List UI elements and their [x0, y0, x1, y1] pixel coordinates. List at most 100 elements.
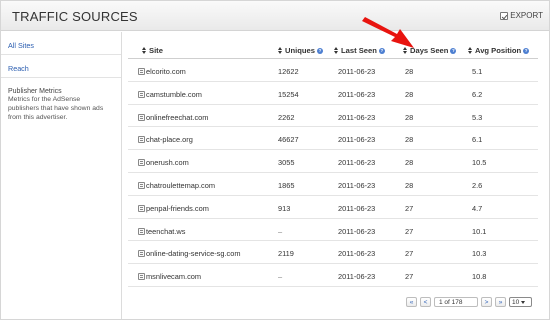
table-row: online-dating-service-sg.com 2119 2011-0…	[128, 241, 538, 265]
site-cell[interactable]: onerush.com	[138, 158, 189, 167]
column-header-days-seen[interactable]: Days Seen ?	[403, 46, 457, 55]
avg-position-cell: 6.2	[472, 89, 483, 99]
sort-icon	[468, 46, 473, 55]
site-name: chat-place.org	[146, 135, 193, 145]
last-seen-cell: 2011-06-23	[338, 112, 376, 122]
help-icon[interactable]: ?	[378, 47, 385, 54]
page-indicator[interactable]: 1 of 178	[434, 297, 478, 307]
last-seen-cell: 2011-06-23	[338, 249, 376, 259]
publisher-metrics-section: Publisher Metrics Metrics for the AdSens…	[1, 87, 121, 122]
site-name: camstumble.com	[146, 89, 202, 99]
column-label: Site	[149, 46, 163, 55]
sort-icon	[278, 46, 283, 55]
last-seen-cell: 2011-06-23	[338, 67, 376, 76]
page-size-select[interactable]: 10	[509, 297, 532, 307]
panel-title: TRAFFIC SOURCES	[12, 9, 138, 24]
last-seen-cell: 2011-06-23	[338, 203, 376, 213]
table-row: elcorito.com 12622 2011-06-23 28 5.1	[128, 59, 538, 82]
column-header-last-seen[interactable]: Last Seen ?	[334, 46, 385, 55]
first-page-button[interactable]: «	[406, 297, 417, 307]
sidebar-item-reach[interactable]: Reach	[1, 64, 36, 73]
chevron-down-icon	[521, 300, 526, 304]
site-cell[interactable]: camstumble.com	[138, 90, 202, 99]
table-row: chat-place.org 46627 2011-06-23 28 6.1	[128, 127, 538, 151]
last-seen-cell: 2011-06-23	[338, 180, 376, 190]
site-icon	[138, 250, 145, 258]
days-seen-cell: 28	[405, 158, 414, 168]
uniques-cell: –	[278, 272, 283, 282]
days-seen-cell: 28	[405, 135, 414, 145]
site-name: online-dating-service-sg.com	[146, 249, 241, 259]
site-cell[interactable]: msnlivecam.com	[138, 272, 201, 281]
column-header-uniques[interactable]: Uniques ?	[278, 46, 323, 55]
days-seen-cell: 28	[405, 180, 414, 190]
site-cell[interactable]: elcorito.com	[138, 67, 186, 76]
table-row: camstumble.com 15254 2011-06-23 28 6.2	[128, 82, 538, 105]
column-label: Avg Position	[475, 46, 522, 55]
help-icon[interactable]: ?	[316, 47, 323, 54]
column-label: Uniques	[285, 46, 315, 55]
days-seen-cell: 27	[405, 226, 414, 236]
site-name: penpal-friends.com	[146, 203, 209, 213]
site-cell[interactable]: online-dating-service-sg.com	[138, 249, 240, 258]
prev-page-button[interactable]: <	[420, 297, 431, 307]
days-seen-cell: 27	[405, 203, 414, 213]
site-cell[interactable]: penpal-friends.com	[138, 204, 209, 213]
column-header-avg-position[interactable]: Avg Position ?	[468, 46, 530, 55]
table-row: teenchat.ws – 2011-06-23 27 10.1	[128, 219, 538, 242]
column-label: Last Seen	[341, 46, 377, 55]
days-seen-cell: 28	[405, 67, 414, 76]
uniques-cell: 3055	[278, 158, 295, 168]
help-icon[interactable]: ?	[523, 47, 530, 54]
site-icon	[138, 136, 145, 144]
avg-position-cell: 10.3	[472, 249, 487, 259]
traffic-sources-panel: TRAFFIC SOURCES EXPORT All Sites Reach P…	[0, 0, 550, 320]
table-row: chatroulettemap.com 1865 2011-06-23 28 2…	[128, 173, 538, 196]
site-icon	[138, 181, 145, 189]
page-size-value: 10	[512, 298, 520, 306]
days-seen-cell: 27	[405, 272, 414, 282]
panel-header: TRAFFIC SOURCES EXPORT	[1, 1, 549, 31]
sidebar-item-label: All Sites	[8, 41, 34, 50]
site-cell[interactable]: chat-place.org	[138, 135, 193, 144]
days-seen-cell: 28	[405, 89, 414, 99]
last-seen-cell: 2011-06-23	[338, 135, 376, 145]
avg-position-cell: 4.7	[472, 203, 483, 213]
site-icon	[138, 227, 145, 235]
publisher-metrics-description: Metrics for the AdSense publishers that …	[8, 96, 104, 121]
site-icon	[138, 159, 145, 167]
sort-icon	[403, 46, 408, 55]
uniques-cell: 913	[278, 203, 291, 213]
table-row: msnlivecam.com – 2011-06-23 27 10.8	[128, 264, 538, 287]
uniques-cell: 2119	[278, 249, 294, 259]
avg-position-cell: 10.1	[472, 226, 487, 236]
table-row: penpal-friends.com 913 2011-06-23 27 4.7	[128, 196, 538, 219]
column-header-site[interactable]: Site	[142, 46, 163, 55]
sidebar: All Sites Reach Publisher Metrics Metric…	[1, 32, 122, 319]
uniques-cell: 15254	[278, 89, 299, 99]
avg-position-cell: 10.5	[472, 158, 487, 168]
help-icon[interactable]: ?	[450, 47, 457, 54]
table-header: Site Uniques ? Last Seen ? Days Seen ? A…	[128, 43, 538, 59]
site-name: onlinefreechat.com	[146, 112, 209, 122]
site-name: chatroulettemap.com	[146, 180, 216, 190]
uniques-cell: 46627	[278, 135, 299, 145]
export-icon	[500, 11, 509, 20]
last-seen-cell: 2011-06-23	[338, 272, 376, 282]
avg-position-cell: 5.3	[472, 112, 483, 122]
publisher-metrics-title: Publisher Metrics	[8, 88, 62, 95]
next-page-button[interactable]: >	[481, 297, 492, 307]
site-icon	[138, 68, 145, 75]
sidebar-item-all-sites[interactable]: All Sites	[1, 41, 121, 55]
sidebar-item-label: Reach	[8, 64, 29, 73]
sort-icon	[142, 46, 147, 55]
site-icon	[138, 90, 145, 98]
export-button[interactable]: EXPORT	[500, 11, 543, 20]
table-row: onerush.com 3055 2011-06-23 28 10.5	[128, 150, 538, 173]
site-name: msnlivecam.com	[146, 272, 202, 282]
sort-icon	[334, 46, 339, 55]
site-cell[interactable]: chatroulettemap.com	[138, 181, 215, 190]
site-cell[interactable]: teenchat.ws	[138, 227, 185, 236]
site-cell[interactable]: onlinefreechat.com	[138, 113, 208, 122]
last-page-button[interactable]: »	[495, 297, 506, 307]
